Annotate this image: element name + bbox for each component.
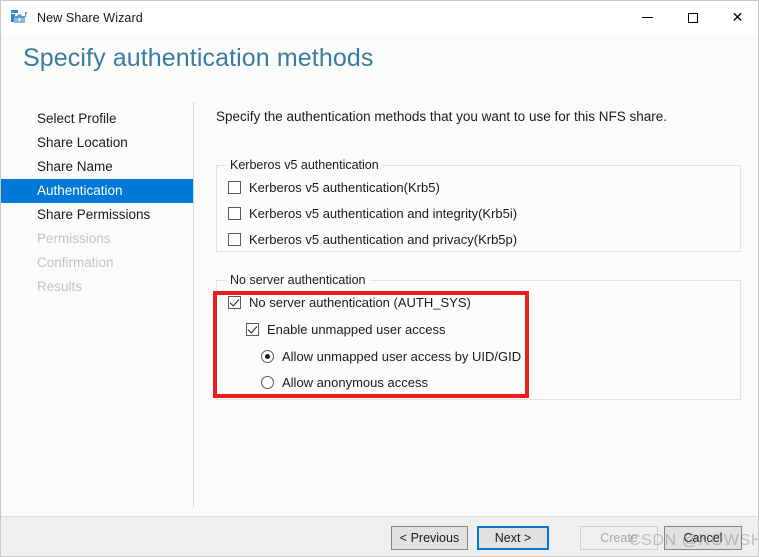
- allow-anonymous-access-label: Allow anonymous access: [282, 375, 428, 390]
- sidebar-item-share-permissions[interactable]: Share Permissions: [1, 203, 193, 227]
- wizard-body: Select Profile Share Location Share Name…: [1, 92, 758, 516]
- checkbox-row-krb5[interactable]: Kerberos v5 authentication(Krb5): [228, 180, 440, 195]
- title-bar: New Share Wizard ✕: [1, 1, 758, 34]
- krb5i-checkbox[interactable]: [228, 207, 241, 220]
- cancel-button[interactable]: Cancel: [664, 526, 742, 550]
- allow-unmapped-uid-gid-radio[interactable]: [261, 350, 274, 363]
- previous-button[interactable]: < Previous: [391, 526, 468, 550]
- close-icon[interactable]: ✕: [715, 1, 758, 34]
- share-wizard-icon: [10, 9, 28, 27]
- window-title: New Share Wizard: [37, 10, 143, 25]
- sidebar-item-permissions: Permissions: [37, 231, 111, 246]
- krb5i-label: Kerberos v5 authentication and integrity…: [249, 206, 518, 221]
- next-button[interactable]: Next >: [477, 526, 549, 550]
- sidebar-item-share-name[interactable]: Share Name: [1, 155, 193, 179]
- krb5-checkbox[interactable]: [228, 181, 241, 194]
- sidebar-item-select-profile[interactable]: Select Profile: [1, 107, 193, 131]
- sidebar-nav-list: Select Profile Share Location Share Name…: [1, 107, 193, 299]
- window-controls: ✕: [625, 1, 758, 34]
- radio-row-allow-unmapped-uid-gid[interactable]: Allow unmapped user access by UID/GID: [261, 349, 521, 364]
- wizard-footer: < Previous Next > Create Cancel: [1, 516, 758, 556]
- allow-unmapped-uid-gid-label: Allow unmapped user access by UID/GID: [282, 349, 522, 364]
- intro-description: Specify the authentication methods that …: [216, 109, 667, 124]
- auth-sys-checkbox[interactable]: [228, 296, 241, 309]
- allow-anonymous-access-radio[interactable]: [261, 376, 274, 389]
- no-server-authentication-group-legend: No server authentication: [226, 273, 370, 287]
- checkbox-row-krb5i[interactable]: Kerberos v5 authentication and integrity…: [228, 206, 517, 221]
- kerberos-group-legend: Kerberos v5 authentication: [226, 158, 383, 172]
- krb5p-label: Kerberos v5 authentication and privacy(K…: [249, 232, 518, 247]
- enable-unmapped-user-access-label: Enable unmapped user access: [267, 322, 446, 337]
- page-header: Specify authentication methods: [1, 34, 758, 92]
- wizard-sidebar: Select Profile Share Location Share Name…: [1, 92, 193, 516]
- checkbox-row-krb5p[interactable]: Kerberos v5 authentication and privacy(K…: [228, 232, 517, 247]
- sidebar-item-share-location[interactable]: Share Location: [1, 131, 193, 155]
- page-title: Specify authentication methods: [23, 44, 374, 72]
- enable-unmapped-user-access-checkbox[interactable]: [246, 323, 259, 336]
- no-server-authentication-group: No server authentication No server authe…: [216, 273, 741, 400]
- sidebar-item-authentication[interactable]: Authentication: [1, 179, 193, 203]
- auth-sys-label: No server authentication (AUTH_SYS): [249, 295, 471, 310]
- checkbox-row-auth-sys[interactable]: No server authentication (AUTH_SYS): [228, 295, 471, 310]
- kerberos-group: Kerberos v5 authentication Kerberos v5 a…: [216, 158, 741, 252]
- radio-row-allow-anonymous-access[interactable]: Allow anonymous access: [261, 375, 428, 390]
- maximize-icon[interactable]: [670, 1, 715, 34]
- checkbox-row-enable-unmapped-user-access[interactable]: Enable unmapped user access: [246, 322, 446, 337]
- sidebar-item-confirmation: Confirmation: [37, 255, 114, 270]
- minimize-icon[interactable]: [625, 1, 670, 34]
- krb5p-checkbox[interactable]: [228, 233, 241, 246]
- create-button: Create: [580, 526, 658, 550]
- krb5-label: Kerberos v5 authentication(Krb5): [249, 180, 440, 195]
- new-share-wizard-window: New Share Wizard ✕ Specify authenticatio…: [0, 0, 759, 557]
- wizard-content: Specify the authentication methods that …: [194, 92, 758, 516]
- sidebar-item-results: Results: [37, 279, 83, 294]
